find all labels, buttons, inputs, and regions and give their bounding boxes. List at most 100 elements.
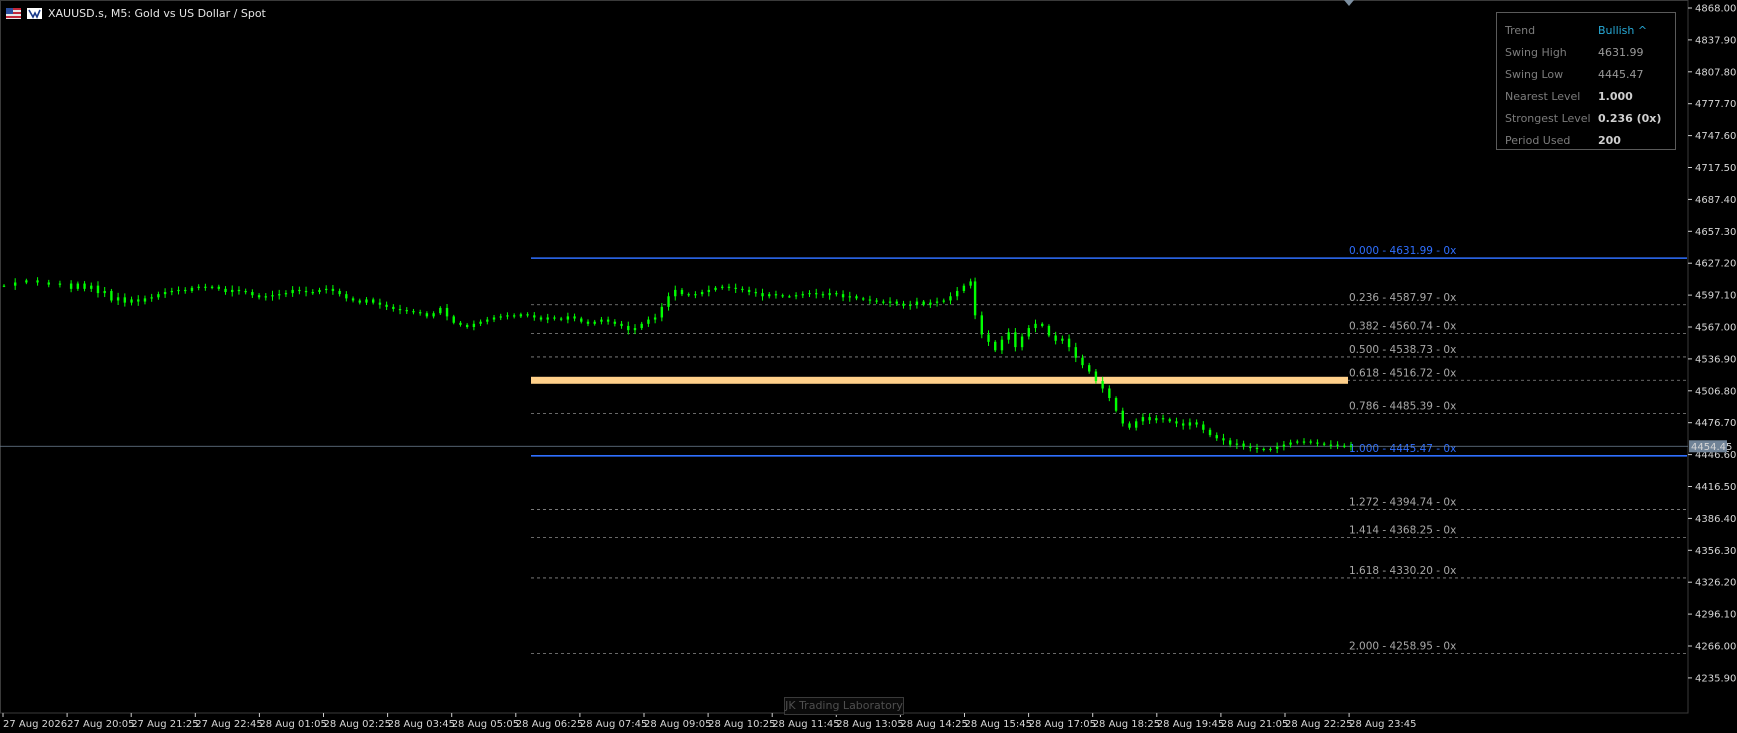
candle-body: [553, 317, 556, 319]
candle-body: [1061, 338, 1064, 341]
time-tick-label: 28 Aug 02:25: [324, 719, 391, 730]
price-tick-label: 4687.40: [1695, 195, 1736, 206]
candle-body: [973, 281, 977, 316]
candle-body: [909, 304, 912, 306]
info-value: 4631.99: [1598, 45, 1644, 59]
candle-body: [1322, 443, 1326, 445]
candle-body: [1088, 365, 1091, 372]
candle-body: [1000, 339, 1004, 351]
time-tick-label: 28 Aug 18:25: [1093, 719, 1160, 730]
time-tick-label: 27 Aug 21:25: [131, 719, 198, 730]
fib-level-label: 0.500 - 4538.73 - 0x: [1349, 344, 1456, 356]
candle-body: [486, 319, 489, 322]
candle-body: [83, 283, 86, 289]
candle-body: [835, 293, 838, 295]
golden-zone-band[interactable]: [531, 376, 1348, 384]
candle-body: [1014, 332, 1017, 348]
candle-body: [499, 316, 502, 318]
candle-body: [647, 319, 650, 324]
candle-body: [754, 292, 758, 294]
candle-body: [929, 302, 932, 305]
candle-body: [217, 286, 221, 289]
candle-body: [36, 280, 39, 283]
chart-title-bar: XAUUSD.s, M5: Gold vs US Dollar / Spot: [6, 5, 266, 21]
time-tick-label: 28 Aug 07:45: [580, 719, 647, 730]
candle-body: [855, 296, 858, 299]
time-tick-label: 28 Aug 15:45: [965, 719, 1032, 730]
candle-body: [1141, 417, 1145, 422]
current-price-label: 4454.45: [1691, 442, 1732, 453]
price-tick-label: 4326.20: [1695, 578, 1736, 589]
candle-body: [801, 294, 805, 296]
candle-body: [1302, 441, 1306, 443]
price-tick-label: 4597.10: [1695, 291, 1736, 302]
info-value: 4445.47: [1598, 67, 1644, 81]
candle-body: [1222, 438, 1225, 441]
price-tick-label: 4235.90: [1695, 673, 1736, 684]
candle-body: [170, 290, 174, 293]
chart-window[interactable]: 4868.00 4837.90 4807.80 4777.70 4747.60 4717.…: [0, 0, 1737, 733]
candle-body: [546, 317, 549, 320]
info-row-swing-low: Swing Low 4445.47: [1497, 63, 1675, 85]
candle-body: [848, 296, 851, 298]
candle-body: [882, 301, 885, 303]
candle-body: [1289, 442, 1292, 445]
candle-body: [304, 290, 308, 293]
candle-body: [177, 289, 180, 292]
candle-body: [727, 286, 731, 288]
candle-body: [445, 307, 449, 317]
candle-body: [1275, 446, 1279, 449]
fib-level-label: 0.236 - 4587.97 - 0x: [1349, 292, 1456, 304]
price-tick-label: 4296.10: [1695, 610, 1736, 621]
time-tick-label: 27 Aug 22:45: [195, 719, 262, 730]
price-tick-label: 4868.00: [1695, 4, 1736, 15]
info-row-period-used: Period Used 200: [1497, 129, 1675, 151]
candle-body: [1128, 423, 1131, 428]
info-key: Nearest Level: [1505, 89, 1581, 103]
candle-body: [862, 298, 865, 300]
fib-level-label: 1.000 - 4445.47 - 0x: [1349, 443, 1456, 455]
scroll-marker-icon[interactable]: [1344, 0, 1354, 6]
candle-body: [130, 299, 133, 303]
candle-body: [1296, 441, 1299, 443]
candle-body: [197, 286, 200, 288]
price-tick-label: 4386.40: [1695, 514, 1736, 525]
time-tick-label: 28 Aug 05:05: [452, 719, 519, 730]
candle-body: [1108, 388, 1111, 399]
price-tick-label: 4747.60: [1695, 131, 1736, 142]
candle-body: [1094, 371, 1098, 382]
price-tick-label: 4356.30: [1695, 546, 1736, 557]
time-tick-label: 28 Aug 03:45: [388, 719, 455, 730]
candle-body: [1007, 332, 1010, 340]
price-chart[interactable]: 4868.00 4837.90 4807.80 4777.70 4747.60 4717.…: [0, 0, 1737, 733]
candle-body: [1329, 444, 1333, 446]
candle-body: [137, 299, 140, 302]
candle-body: [184, 289, 187, 292]
candle-body: [539, 317, 543, 320]
candle-body: [157, 294, 160, 298]
candle-body: [902, 303, 905, 306]
candle-body: [472, 323, 476, 327]
candle-body: [331, 288, 335, 291]
time-tick-label: 28 Aug 22:25: [1285, 719, 1352, 730]
candle-body: [1262, 448, 1265, 451]
candle-body: [1134, 421, 1138, 428]
one-click-trading-icon[interactable]: [27, 7, 42, 19]
candle-body: [559, 318, 563, 320]
candle-body: [519, 314, 523, 317]
candle-body: [1121, 410, 1124, 424]
candle-body: [1228, 440, 1232, 445]
candle-body: [190, 287, 194, 291]
candle-body: [351, 298, 355, 301]
price-tick-label: 4837.90: [1695, 35, 1736, 46]
candle-body: [1074, 347, 1077, 358]
candle-body: [338, 290, 341, 295]
candle-body: [1282, 444, 1286, 447]
chart-title: XAUUSD.s, M5: Gold vs US Dollar / Spot: [48, 6, 266, 20]
candle-body: [298, 289, 301, 292]
candle-body: [1316, 442, 1319, 444]
time-tick-label: 28 Aug 14:25: [900, 719, 967, 730]
candle-body: [707, 289, 711, 293]
candle-body: [580, 318, 583, 322]
info-row-strongest-level: Strongest Level 0.236 (0x): [1497, 107, 1675, 129]
